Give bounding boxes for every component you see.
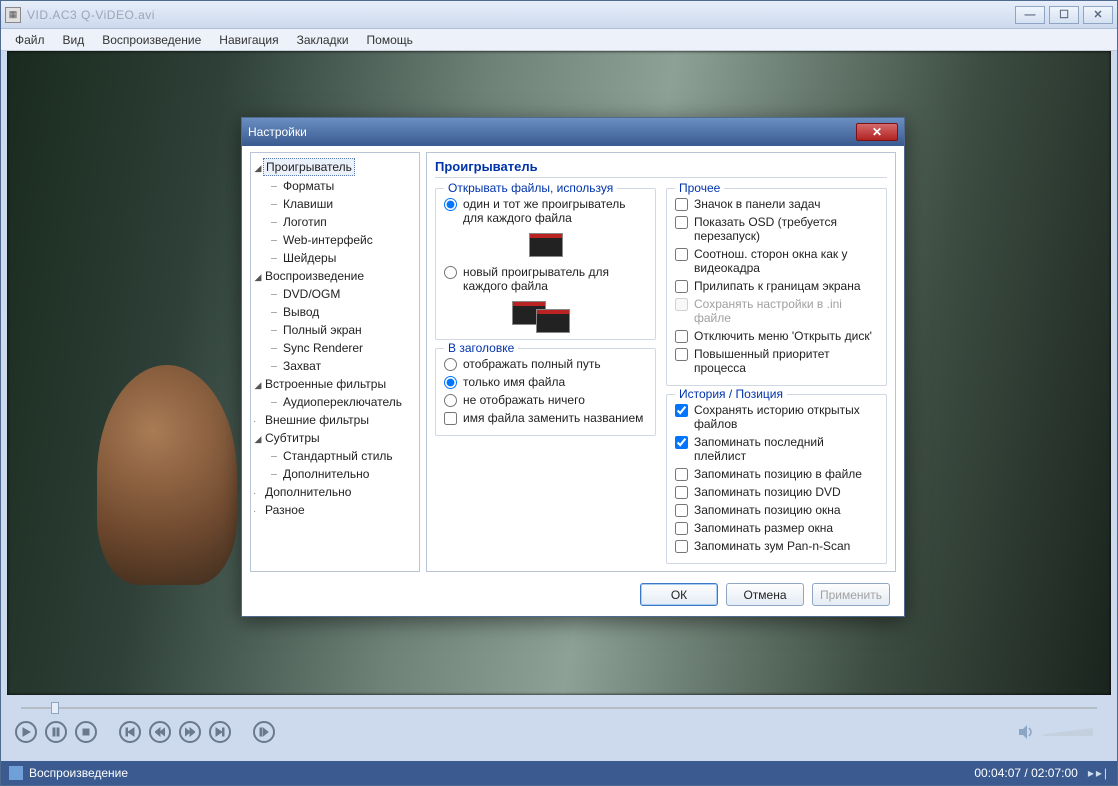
radio-same-player[interactable]: один и тот же проигрыватель для каждого …: [444, 195, 647, 227]
settings-page: Проигрыватель Открывать файлы, используя…: [426, 152, 896, 572]
check-replace-title[interactable]: имя файла заменить названием: [444, 409, 647, 427]
tree-audioswitch[interactable]: Аудиопереключатель: [271, 393, 417, 411]
seek-thumb[interactable]: [51, 702, 59, 714]
volume-control: [1017, 723, 1093, 741]
seek-track: [21, 707, 1097, 709]
tree-builtin-filters[interactable]: ◢Встроенные фильтры: [253, 375, 417, 393]
menu-file[interactable]: Файл: [7, 31, 53, 49]
thumb-double-icon: [512, 301, 580, 325]
app-icon: ▦: [5, 7, 21, 23]
time-total: 02:07:00: [1031, 766, 1078, 780]
tree-formats[interactable]: Форматы: [271, 177, 417, 195]
pause-button[interactable]: [45, 721, 67, 743]
menu-view[interactable]: Вид: [55, 31, 93, 49]
ok-button[interactable]: ОК: [640, 583, 718, 606]
check-snap[interactable]: Прилипать к границам экрана: [675, 277, 878, 295]
radio-filename[interactable]: только имя файла: [444, 373, 647, 391]
transport-controls: [15, 721, 275, 743]
window-title: VID.AC3 Q-ViDEO.avi: [27, 8, 1015, 22]
tree-dvd[interactable]: DVD/OGM: [271, 285, 417, 303]
group-open-files: Открывать файлы, используя один и тот же…: [435, 188, 656, 340]
apply-button: Применить: [812, 583, 890, 606]
tree-misc[interactable]: ·Разное: [253, 501, 417, 519]
playback-state: Воспроизведение: [29, 766, 128, 780]
check-history[interactable]: Сохранять историю открытых файлов: [675, 401, 878, 433]
tree-output[interactable]: Вывод: [271, 303, 417, 321]
skip-forward-button[interactable]: [209, 721, 231, 743]
menu-help[interactable]: Помощь: [359, 31, 421, 49]
menubar: Файл Вид Воспроизведение Навигация Закла…: [1, 29, 1117, 51]
tree-external-filters[interactable]: ·Внешние фильтры: [253, 411, 417, 429]
tree-sub-style[interactable]: Стандартный стиль: [271, 447, 417, 465]
close-button[interactable]: ✕: [1083, 6, 1113, 24]
tree-web[interactable]: Web-интерфейс: [271, 231, 417, 249]
video-frame-figure: [97, 365, 237, 585]
group-history: История / Позиция Сохранять историю откр…: [666, 394, 887, 564]
frame-step-indicator: ▸▸|: [1088, 766, 1109, 780]
legend-history: История / Позиция: [675, 387, 787, 401]
statusbar: Воспроизведение 00:04:07 / 02:07:00 ▸▸|: [1, 761, 1117, 785]
settings-tree[interactable]: ◢Проигрыватель Форматы Клавиши Логотип W…: [250, 152, 420, 572]
page-header: Проигрыватель: [435, 159, 887, 178]
status-icon: [9, 766, 23, 780]
frame-step-button[interactable]: [253, 721, 275, 743]
maximize-button[interactable]: ☐: [1049, 6, 1079, 24]
tree-playback[interactable]: ◢Воспроизведение: [253, 267, 417, 285]
menu-playback[interactable]: Воспроизведение: [94, 31, 209, 49]
menu-bookmarks[interactable]: Закладки: [289, 31, 357, 49]
check-disc-menu[interactable]: Отключить меню 'Открыть диск': [675, 327, 878, 345]
dialog-title: Настройки: [248, 125, 856, 139]
tree-shaders[interactable]: Шейдеры: [271, 249, 417, 267]
speaker-icon[interactable]: [1017, 723, 1035, 741]
check-priority[interactable]: Повышенный приоритет процесса: [675, 345, 878, 377]
check-pos-window[interactable]: Запоминать позицию окна: [675, 501, 878, 519]
rewind-button[interactable]: [149, 721, 171, 743]
tree-keys[interactable]: Клавиши: [271, 195, 417, 213]
group-other: Прочее Значок в панели задач Показать OS…: [666, 188, 887, 386]
volume-slider[interactable]: [1043, 728, 1093, 736]
main-window: ▦ VID.AC3 Q-ViDEO.avi — ☐ ✕ Файл Вид Вос…: [0, 0, 1118, 786]
radio-nothing[interactable]: не отображать ничего: [444, 391, 647, 409]
minimize-button[interactable]: —: [1015, 6, 1045, 24]
forward-button[interactable]: [179, 721, 201, 743]
play-button[interactable]: [15, 721, 37, 743]
time-separator: /: [1021, 766, 1031, 780]
stop-button[interactable]: [75, 721, 97, 743]
tree-sub-advanced[interactable]: Дополнительно: [271, 465, 417, 483]
check-pos-file[interactable]: Запоминать позицию в файле: [675, 465, 878, 483]
tree-logo[interactable]: Логотип: [271, 213, 417, 231]
tree-subtitles[interactable]: ◢Субтитры: [253, 429, 417, 447]
dialog-close-button[interactable]: ✕: [856, 123, 898, 141]
tree-capture[interactable]: Захват: [271, 357, 417, 375]
check-playlist[interactable]: Запоминать последний плейлист: [675, 433, 878, 465]
menu-navigation[interactable]: Навигация: [211, 31, 286, 49]
radio-full-path[interactable]: отображать полный путь: [444, 355, 647, 373]
seek-bar[interactable]: [21, 701, 1097, 715]
check-osd[interactable]: Показать OSD (требуется перезапуск): [675, 213, 878, 245]
legend-open-files: Открывать файлы, используя: [444, 181, 617, 195]
check-tray[interactable]: Значок в панели задач: [675, 195, 878, 213]
check-aspect[interactable]: Соотнош. сторон окна как у видеокадра: [675, 245, 878, 277]
thumb-single-icon: [529, 233, 563, 257]
dialog-titlebar[interactable]: Настройки ✕: [242, 118, 904, 146]
radio-new-player[interactable]: новый проигрыватель для каждого файла: [444, 263, 647, 295]
check-ini: Сохранять настройки в .ini файле: [675, 295, 878, 327]
skip-back-button[interactable]: [119, 721, 141, 743]
tree-advanced[interactable]: ·Дополнительно: [253, 483, 417, 501]
check-zoom[interactable]: Запоминать зум Pan-n-Scan: [675, 537, 878, 555]
check-pos-dvd[interactable]: Запоминать позицию DVD: [675, 483, 878, 501]
time-current: 00:04:07: [974, 766, 1021, 780]
settings-dialog: Настройки ✕ ◢Проигрыватель Форматы Клави…: [241, 117, 905, 617]
titlebar: ▦ VID.AC3 Q-ViDEO.avi — ☐ ✕: [1, 1, 1117, 29]
cancel-button[interactable]: Отмена: [726, 583, 804, 606]
check-size-window[interactable]: Запоминать размер окна: [675, 519, 878, 537]
tree-player[interactable]: ◢Проигрыватель: [253, 157, 417, 177]
legend-titlebar: В заголовке: [444, 341, 518, 355]
group-titlebar: В заголовке отображать полный путь тольк…: [435, 348, 656, 436]
tree-fullscreen[interactable]: Полный экран: [271, 321, 417, 339]
tree-sync[interactable]: Sync Renderer: [271, 339, 417, 357]
dialog-buttons: ОК Отмена Применить: [640, 583, 890, 606]
legend-other: Прочее: [675, 181, 724, 195]
